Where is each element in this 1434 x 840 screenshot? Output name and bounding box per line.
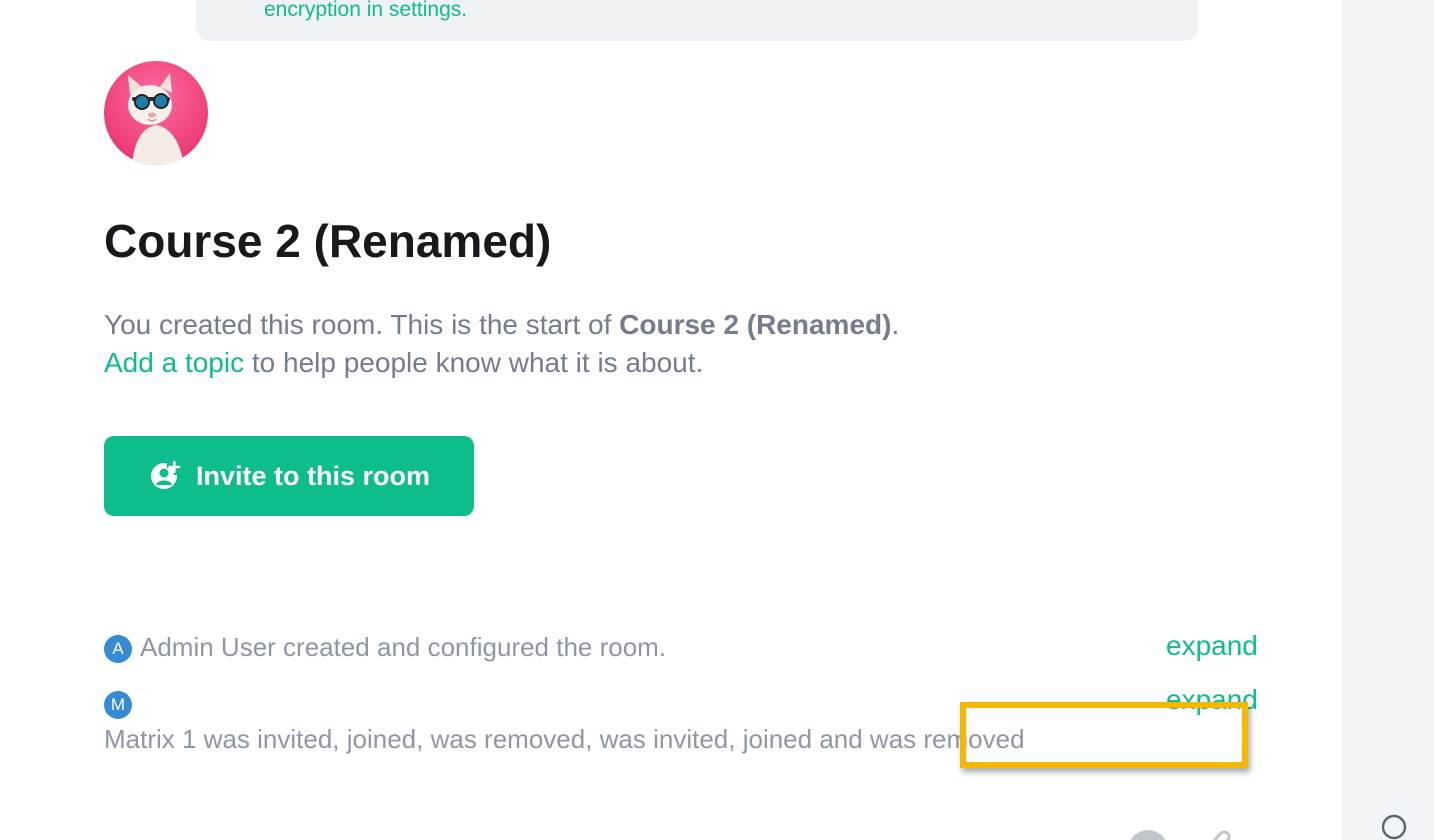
highlight-annotation bbox=[960, 702, 1248, 768]
intro-suffix: . bbox=[891, 309, 900, 340]
event-summary-text: Admin User created and configured the ro… bbox=[140, 632, 667, 662]
attachment-icon[interactable] bbox=[1200, 826, 1234, 840]
room-timeline-page: encryption in settings. Course 2 (Rename… bbox=[0, 0, 1434, 840]
search-icon[interactable] bbox=[1382, 814, 1408, 840]
cat-with-sunglasses-avatar-icon bbox=[104, 61, 208, 165]
encryption-notice: encryption in settings. bbox=[196, 0, 1198, 41]
add-topic-link[interactable]: Add a topic bbox=[104, 347, 244, 378]
avatar[interactable]: M bbox=[104, 691, 132, 720]
avatar[interactable]: A bbox=[104, 635, 132, 664]
intro-prefix: You created this room. This is the start… bbox=[104, 309, 620, 340]
right-panel bbox=[1342, 0, 1434, 840]
encryption-notice-text[interactable]: encryption in settings. bbox=[264, 0, 467, 22]
invite-to-room-button[interactable]: Invite to this room bbox=[104, 436, 474, 516]
invite-button-label: Invite to this room bbox=[195, 460, 430, 491]
emoji-button[interactable] bbox=[1128, 830, 1168, 840]
add-user-icon bbox=[150, 461, 181, 489]
event-summary-text: Matrix 1 was invited, joined, was remove… bbox=[104, 724, 1025, 754]
event-summary-row: A Admin User created and configured the r… bbox=[104, 632, 667, 664]
room-avatar[interactable] bbox=[104, 61, 208, 165]
event-summary-row: M bbox=[104, 688, 140, 720]
intro-room-name: Course 2 (Renamed) bbox=[619, 309, 892, 340]
expand-link[interactable]: expand bbox=[1166, 630, 1258, 662]
room-title: Course 2 (Renamed) bbox=[104, 215, 552, 267]
intro-topic-suffix: to help people know what it is about. bbox=[244, 347, 704, 378]
room-intro: You created this room. This is the start… bbox=[104, 306, 899, 382]
room-intro-line-1: You created this room. This is the start… bbox=[104, 306, 899, 344]
room-intro-line-2: Add a topic to help people know what it … bbox=[104, 344, 899, 382]
